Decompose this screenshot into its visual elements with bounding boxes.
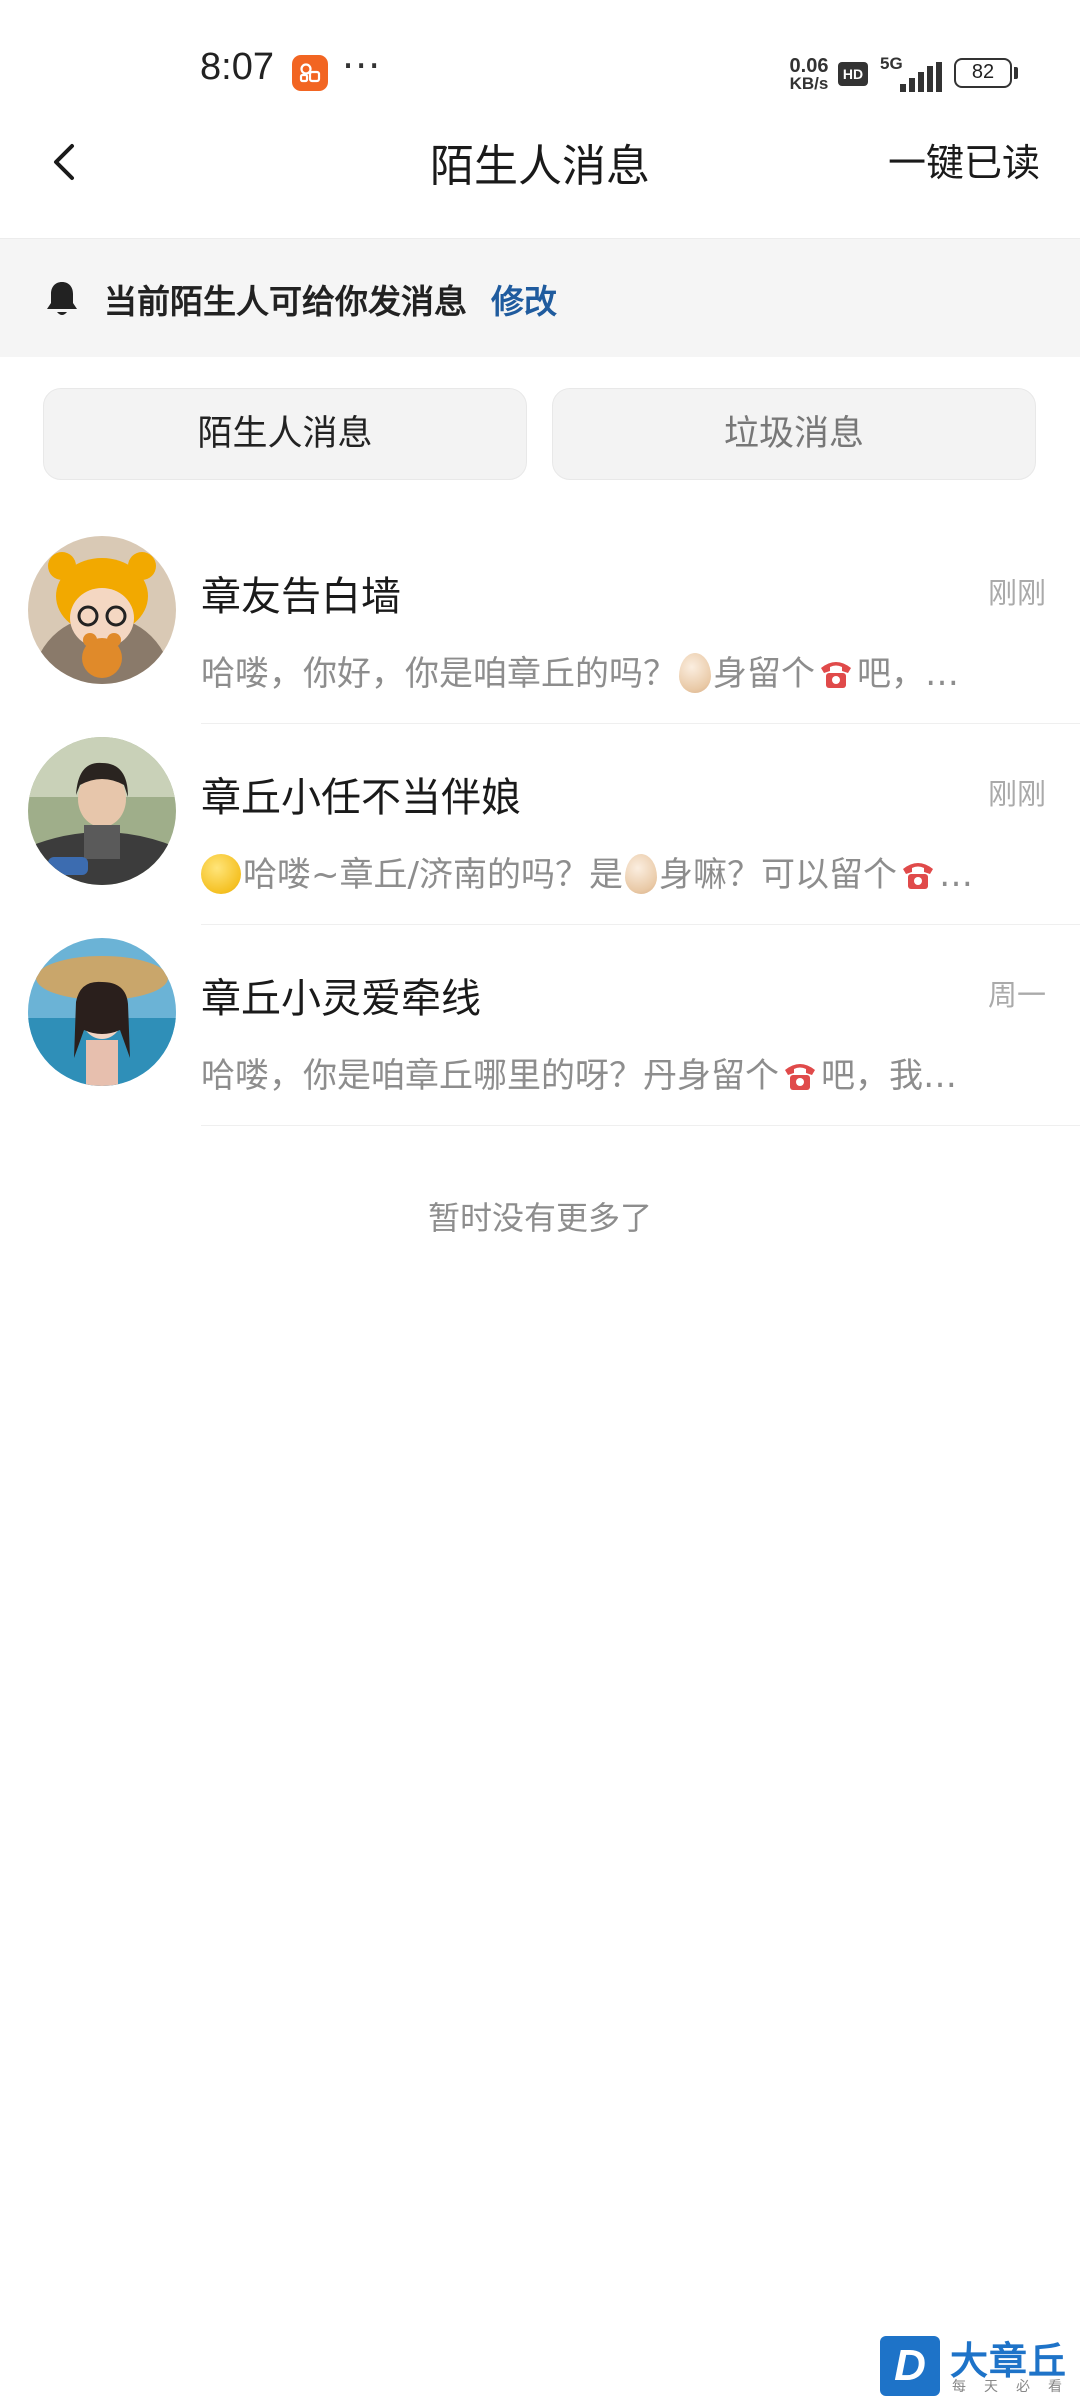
avatar[interactable] (28, 737, 176, 885)
modify-link[interactable]: 修改 (491, 275, 557, 323)
preview-text-a: 哈喽~章丘/济南的吗？是 (243, 855, 623, 895)
egg-emoji-icon (624, 853, 657, 894)
egg-emoji-icon (679, 652, 711, 693)
message-time: 周一 (987, 978, 1046, 1012)
tab-stranger-messages[interactable]: 陌生人消息 (43, 388, 527, 480)
orange-chat-app-icon (292, 55, 328, 91)
sender-name: 章友告白墙 (201, 574, 401, 620)
battery-icon: 82 (954, 58, 1012, 88)
avatar[interactable] (28, 536, 176, 684)
message-time: 刚刚 (987, 576, 1046, 610)
back-button[interactable] (44, 132, 84, 192)
network-speed-value: 0.06 (789, 55, 829, 77)
status-bar: 8:07 ··· 0.06 KB/s HD 5G 82 (0, 0, 1080, 140)
preview-text-c: 吧，… (857, 654, 959, 694)
network-speed-unit: KB/s (789, 74, 829, 93)
avatar[interactable] (28, 938, 176, 1086)
message-item[interactable]: 章丘小任不当伴娘 刚刚 哈喽~章丘/济南的吗？是 身嘛？可以留个 … (0, 725, 1080, 925)
telephone-emoji-icon (821, 661, 851, 688)
chevron-left-icon (54, 144, 74, 180)
divider (201, 723, 1080, 724)
message-preview: 哈喽，你好，你是咱章丘的吗？ 身留个 吧，… (201, 646, 1048, 696)
preview-text-b: 身嘛？可以留个 (658, 855, 897, 895)
status-time: 8:07 (200, 46, 274, 88)
thinking-face-emoji-icon (201, 853, 241, 894)
mark-all-read-button[interactable]: 一键已读 (888, 132, 1040, 187)
message-preview: 哈喽~章丘/济南的吗？是 身嘛？可以留个 … (201, 847, 1048, 897)
divider (201, 924, 1080, 925)
telephone-emoji-icon (785, 1063, 815, 1090)
divider (201, 1125, 1080, 1126)
preview-text-a: 哈喽，你好，你是咱章丘的吗？ (201, 654, 677, 694)
watermark-slogan: 每天必看 (952, 2379, 1080, 2395)
bell-icon (47, 282, 77, 315)
signal-icon: 5G (878, 54, 946, 92)
battery-cap (1014, 67, 1018, 79)
status-more-dots: ··· (342, 44, 382, 88)
message-time: 刚刚 (987, 777, 1046, 811)
tab-spam-messages[interactable]: 垃圾消息 (552, 388, 1036, 480)
message-item[interactable]: 章友告白墙 刚刚 哈喽，你好，你是咱章丘的吗？ 身留个 吧，… (0, 524, 1080, 724)
message-preview: 哈喽，你是咱章丘哪里的呀？丹身留个 吧，我… (201, 1048, 1048, 1097)
stranger-permission-notice: 当前陌生人可给你发消息 修改 (0, 238, 1080, 357)
watermark: D 大章丘 每天必看 (880, 2330, 1080, 2400)
preview-text-c: … (938, 855, 973, 895)
sender-name: 章丘小灵爱牵线 (201, 976, 481, 1022)
preview-text-b: 身留个 (713, 654, 815, 694)
message-item[interactable]: 章丘小灵爱牵线 周一 哈喽，你是咱章丘哪里的呀？丹身留个 吧，我… (0, 926, 1080, 1126)
sender-name: 章丘小任不当伴娘 (201, 775, 521, 821)
watermark-logo-icon: D (880, 2336, 940, 2396)
network-speed: 0.06 KB/s (781, 55, 837, 93)
preview-text-c: 吧，我… (821, 1056, 957, 1096)
hd-badge: HD (838, 62, 868, 86)
preview-text-a: 哈喽，你是咱章丘哪里的呀？丹身留个 (201, 1056, 779, 1096)
notice-text: 当前陌生人可给你发消息 (104, 282, 467, 321)
no-more-hint: 暂时没有更多了 (427, 1199, 652, 1237)
telephone-emoji-icon (902, 862, 933, 889)
